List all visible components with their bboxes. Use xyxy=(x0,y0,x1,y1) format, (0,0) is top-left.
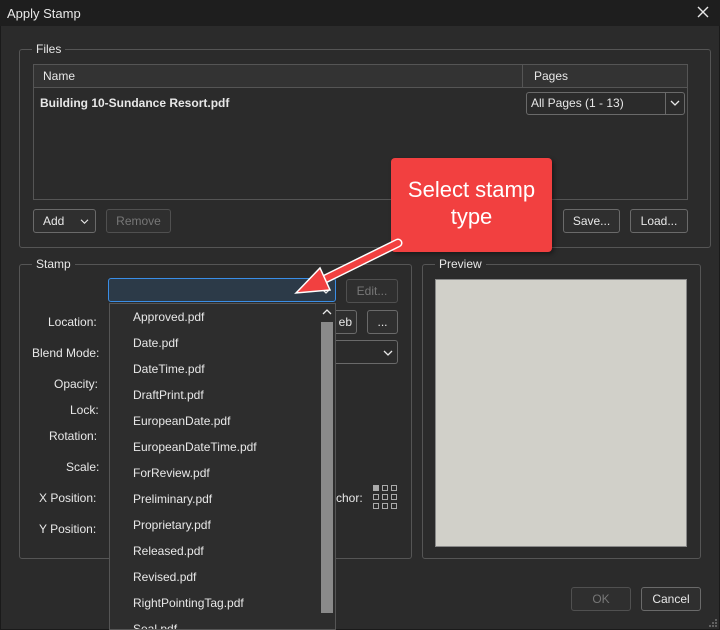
dropdown-item[interactable]: EuropeanDate.pdf xyxy=(133,414,230,428)
cancel-button[interactable]: Cancel xyxy=(641,587,701,611)
location-label: Location: xyxy=(48,315,97,329)
dropdown-item[interactable]: Approved.pdf xyxy=(133,310,204,324)
dropdown-item[interactable]: Released.pdf xyxy=(133,544,204,558)
callout-line-1: Select stamp xyxy=(407,177,536,202)
rotation-label: Rotation: xyxy=(49,429,98,443)
dropdown-item[interactable]: Preliminary.pdf xyxy=(133,492,212,506)
anchor-cell[interactable] xyxy=(391,494,397,500)
load-button[interactable]: Load... xyxy=(630,209,688,233)
dropdown-item[interactable]: EuropeanDateTime.pdf xyxy=(133,440,257,454)
stamp-preview xyxy=(435,279,687,547)
window-title: Apply Stamp xyxy=(7,6,81,21)
table-row[interactable]: Building 10-Sundance Resort.pdf All Page… xyxy=(34,91,687,117)
save-button[interactable]: Save... xyxy=(563,209,620,233)
dropdown-item[interactable]: Date.pdf xyxy=(133,336,178,350)
chevron-down-icon xyxy=(383,350,393,356)
file-name-cell: Building 10-Sundance Resort.pdf xyxy=(40,96,230,110)
anchor-cell[interactable] xyxy=(382,494,388,500)
scale-label: Scale: xyxy=(66,460,100,474)
stamp-legend: Stamp xyxy=(32,257,75,271)
ok-button[interactable]: OK xyxy=(571,587,631,611)
preview-legend: Preview xyxy=(435,257,486,271)
y-position-label: Y Position: xyxy=(39,522,97,536)
browse-button[interactable]: ... xyxy=(367,310,398,334)
anchor-cell[interactable] xyxy=(391,503,397,509)
dropdown-item[interactable]: Proprietary.pdf xyxy=(133,518,211,532)
dropdown-item[interactable]: DateTime.pdf xyxy=(133,362,205,376)
callout-line-2: type xyxy=(450,204,493,229)
anchor-cell[interactable] xyxy=(382,503,388,509)
resize-grip-icon[interactable] xyxy=(708,618,718,628)
dropdown-scrollbar[interactable] xyxy=(319,304,335,629)
files-table: Name Pages Building 10-Sundance Resort.p… xyxy=(33,64,688,200)
scroll-up-icon[interactable] xyxy=(322,308,332,316)
blend-mode-label: Blend Mode: xyxy=(32,346,100,360)
edit-button[interactable]: Edit... xyxy=(346,279,398,303)
files-legend: Files xyxy=(32,42,66,56)
pages-select-value: All Pages (1 - 13) xyxy=(531,96,624,110)
column-header-pages[interactable]: Pages xyxy=(534,69,568,83)
chevron-down-icon xyxy=(670,100,680,106)
stamp-type-dropdown[interactable]: Approved.pdf Date.pdf DateTime.pdf Draft… xyxy=(109,303,336,630)
dropdown-item[interactable]: DraftPrint.pdf xyxy=(133,388,204,402)
anchor-label: chor: xyxy=(336,491,363,505)
dropdown-item[interactable]: ForReview.pdf xyxy=(133,466,210,480)
dropdown-item[interactable]: RightPointingTag.pdf xyxy=(133,596,244,610)
anchor-grid[interactable] xyxy=(373,485,399,509)
anchor-cell[interactable] xyxy=(391,485,397,491)
anchor-cell[interactable] xyxy=(373,494,379,500)
files-table-header: Name Pages xyxy=(34,65,687,88)
dropdown-item[interactable]: Seal.pdf xyxy=(133,622,177,629)
annotation-callout: Select stamp type xyxy=(391,158,552,252)
anchor-cell[interactable] xyxy=(382,485,388,491)
scrollbar-thumb[interactable] xyxy=(321,322,333,613)
opacity-label: Opacity: xyxy=(54,377,99,391)
location-partial-text: eb xyxy=(338,315,352,329)
chevron-down-icon xyxy=(321,288,331,294)
select-divider xyxy=(665,93,666,114)
close-icon[interactable] xyxy=(694,3,712,21)
column-header-name[interactable]: Name xyxy=(43,69,75,83)
lock-label: Lock: xyxy=(70,403,99,417)
stamp-type-select[interactable] xyxy=(108,278,336,302)
anchor-cell[interactable] xyxy=(373,485,379,491)
add-button[interactable]: Add xyxy=(33,209,96,233)
anchor-cell[interactable] xyxy=(373,503,379,509)
column-divider[interactable] xyxy=(522,65,523,87)
add-button-label: Add xyxy=(43,214,65,228)
pages-select[interactable]: All Pages (1 - 13) xyxy=(526,92,685,115)
x-position-label: X Position: xyxy=(39,491,97,505)
dropdown-item[interactable]: Revised.pdf xyxy=(133,570,196,584)
chevron-down-icon xyxy=(80,219,89,225)
title-bar[interactable]: Apply Stamp xyxy=(0,0,720,26)
remove-button[interactable]: Remove xyxy=(106,209,171,233)
